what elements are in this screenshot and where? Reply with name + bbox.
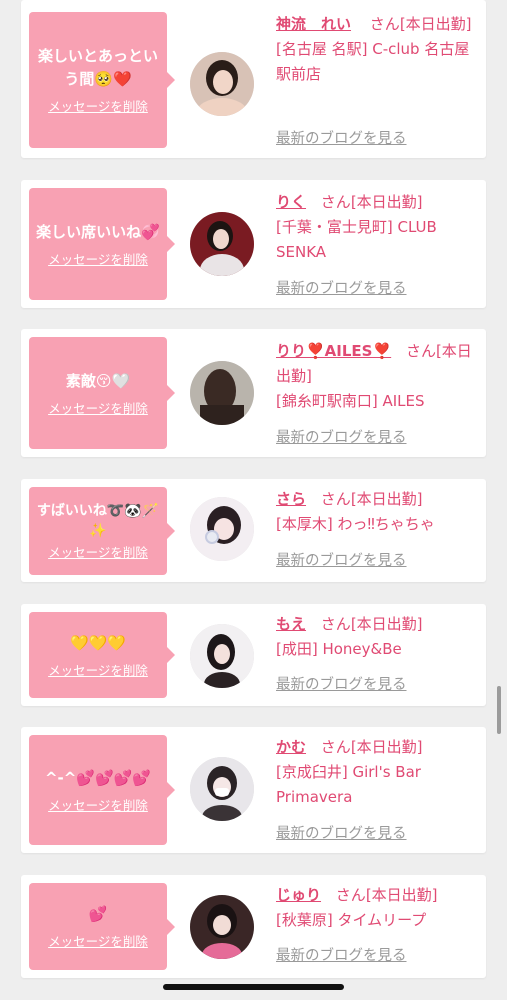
latest-blog-link[interactable]: 最新のブログを見る <box>276 280 407 298</box>
profile-photo-icon <box>190 361 254 425</box>
latest-blog-link[interactable]: 最新のブログを見る <box>276 825 407 843</box>
work-status: [本日出勤] <box>350 193 423 211</box>
avatar[interactable] <box>190 52 254 116</box>
message-text: ^-^💕💕💕💕 <box>44 768 152 787</box>
cast-info: じゅり さん[本日出勤] [秋葉原] タイムリープ <box>276 883 476 933</box>
work-status: [本日出勤] <box>350 490 423 508</box>
message-bubble: 素敵😚🤍 メッセージを削除 <box>29 337 175 449</box>
latest-blog-link[interactable]: 最新のブログを見る <box>276 429 407 447</box>
cast-name-link[interactable]: もえ <box>276 615 306 633</box>
cast-name-link[interactable]: りり❣️AILES❣️ <box>276 342 391 360</box>
cast-info: もえ さん[本日出勤] [成田] Honey&Be <box>276 612 476 662</box>
avatar[interactable] <box>190 361 254 425</box>
shop-name: [本厚木] わっ‼︎ちゃちゃ <box>276 515 435 533</box>
message-card: 素敵😚🤍 メッセージを削除 りり❣️AILES❣️ さん[本日出勤] [錦糸町駅… <box>21 329 486 457</box>
delete-message-link[interactable]: メッセージを削除 <box>48 798 148 814</box>
cast-name-link[interactable]: 神流 れい <box>276 15 351 33</box>
cast-info: さら さん[本日出勤] [本厚木] わっ‼︎ちゃちゃ <box>276 487 476 537</box>
profile-photo-icon <box>190 212 254 276</box>
honorific: さん <box>320 193 351 211</box>
message-card: 💛💛💛 メッセージを削除 もえ さん[本日出勤] [成田] Honey&Be 最… <box>21 604 486 706</box>
shop-name: [名古屋 名駅] C-club 名古屋駅前店 <box>276 40 470 83</box>
honorific: さん <box>335 886 366 904</box>
message-text: 楽しいとあっという間🥺❤️ <box>37 47 158 88</box>
profile-photo-icon <box>190 624 254 688</box>
work-status: [本日出勤] <box>350 615 423 633</box>
message-bubble: すばいいね➰🐼🪄✨ メッセージを削除 <box>29 487 175 575</box>
work-status: [本日出勤] <box>350 738 423 756</box>
message-bubble: 💛💛💛 メッセージを削除 <box>29 612 175 698</box>
honorific: さん <box>405 342 436 360</box>
avatar[interactable] <box>190 497 254 561</box>
honorific: さん <box>320 738 351 756</box>
cast-info: りり❣️AILES❣️ さん[本日出勤] [錦糸町駅南口] AILES <box>276 339 476 414</box>
message-bubble: 楽しい席いいね💞 メッセージを削除 <box>29 188 175 300</box>
delete-message-link[interactable]: メッセージを削除 <box>48 545 148 561</box>
shop-name: [千葉・富士見町] CLUB SENKA <box>276 218 437 261</box>
delete-message-link[interactable]: メッセージを削除 <box>48 252 148 268</box>
message-bubble: ^-^💕💕💕💕 メッセージを削除 <box>29 735 175 845</box>
cast-name-link[interactable]: じゅり <box>276 886 321 904</box>
avatar[interactable] <box>190 212 254 276</box>
message-text: 💛💛💛 <box>69 633 127 652</box>
latest-blog-link[interactable]: 最新のブログを見る <box>276 130 407 148</box>
avatar[interactable] <box>190 624 254 688</box>
latest-blog-link[interactable]: 最新のブログを見る <box>276 947 407 965</box>
message-card: ^-^💕💕💕💕 メッセージを削除 かむ さん[本日出勤] [京成臼井] Girl… <box>21 727 486 853</box>
message-bubble: 💕 メッセージを削除 <box>29 883 175 970</box>
avatar[interactable] <box>190 757 254 821</box>
message-card: 💕 メッセージを削除 じゅり さん[本日出勤] [秋葉原] タイムリープ 最新の… <box>21 875 486 978</box>
delete-message-link[interactable]: メッセージを削除 <box>48 99 148 115</box>
delete-message-link[interactable]: メッセージを削除 <box>48 934 148 950</box>
honorific: さん <box>320 490 351 508</box>
cast-info: かむ さん[本日出勤] [京成臼井] Girl's Bar Primavera <box>276 735 476 810</box>
avatar[interactable] <box>190 895 254 959</box>
message-text: 楽しい席いいね💞 <box>36 222 160 241</box>
message-text: 素敵😚🤍 <box>65 371 131 390</box>
cast-info: りく さん[本日出勤] [千葉・富士見町] CLUB SENKA <box>276 190 476 265</box>
delete-message-link[interactable]: メッセージを削除 <box>48 663 148 679</box>
home-indicator[interactable] <box>163 984 344 990</box>
cast-name-link[interactable]: りく <box>276 193 306 211</box>
shop-name: [成田] Honey&Be <box>276 640 402 658</box>
cast-name-link[interactable]: さら <box>276 490 306 508</box>
profile-photo-icon <box>190 52 254 116</box>
message-bubble: 楽しいとあっという間🥺❤️ メッセージを削除 <box>29 12 175 148</box>
honorific: さん <box>320 615 351 633</box>
message-card: すばいいね➰🐼🪄✨ メッセージを削除 さら さん[本日出勤] [本厚木] わっ‼… <box>21 479 486 582</box>
shop-name: [錦糸町駅南口] AILES <box>276 392 425 410</box>
profile-photo-icon <box>190 757 254 821</box>
honorific: さん <box>369 15 400 33</box>
delete-message-link[interactable]: メッセージを削除 <box>48 401 148 417</box>
latest-blog-link[interactable]: 最新のブログを見る <box>276 552 407 570</box>
message-card: 楽しいとあっという間🥺❤️ メッセージを削除 神流 れい さん[本日出勤] [名… <box>21 0 486 158</box>
message-text: すばいいね➰🐼🪄✨ <box>36 503 160 539</box>
latest-blog-link[interactable]: 最新のブログを見る <box>276 676 407 694</box>
message-text: 💕 <box>88 905 108 923</box>
cast-info: 神流 れい さん[本日出勤] [名古屋 名駅] C-club 名古屋駅前店 <box>276 12 476 87</box>
profile-photo-icon <box>190 895 254 959</box>
message-card: 楽しい席いいね💞 メッセージを削除 りく さん[本日出勤] [千葉・富士見町] … <box>21 180 486 308</box>
shop-name: [京成臼井] Girl's Bar Primavera <box>276 763 421 806</box>
scrollbar[interactable] <box>497 686 501 734</box>
work-status: [本日出勤] <box>399 15 472 33</box>
cast-name-link[interactable]: かむ <box>276 738 306 756</box>
profile-photo-icon <box>190 497 254 561</box>
work-status: [本日出勤] <box>365 886 438 904</box>
shop-name: [秋葉原] タイムリープ <box>276 911 427 929</box>
